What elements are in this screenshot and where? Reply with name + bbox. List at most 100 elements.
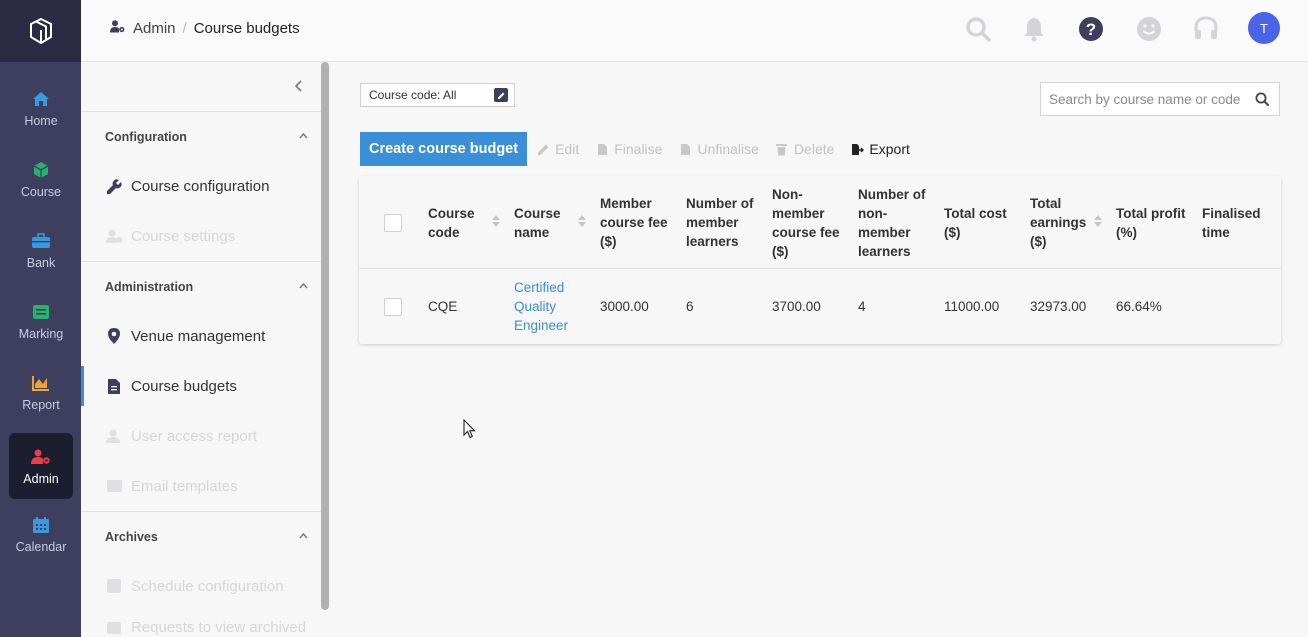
document-check-icon: [595, 142, 609, 156]
rail-item-label: Report: [22, 397, 60, 412]
divider: [81, 261, 321, 262]
finalise-button[interactable]: Finalise: [595, 141, 662, 157]
table-header: Course code Course name Member course fe…: [359, 176, 1281, 269]
rail-item-course[interactable]: Course: [9, 146, 73, 212]
edit-button[interactable]: Edit: [536, 141, 579, 157]
search-icon[interactable]: [963, 14, 993, 44]
cell-nonmember-fee: 3700.00: [772, 299, 821, 314]
cube-icon: [31, 160, 51, 180]
sidebar-item-label: Course budgets: [131, 377, 237, 395]
sidebar-scrollbar[interactable]: [321, 62, 329, 610]
rail-item-calendar[interactable]: Calendar: [9, 501, 73, 567]
calendar-icon: [31, 515, 51, 535]
app-logo[interactable]: [0, 0, 81, 62]
filter-label: Course code: All: [369, 88, 457, 102]
column-header-member-fee: Member course fee ($): [600, 196, 668, 249]
create-course-budget-button[interactable]: Create course budget: [360, 132, 528, 166]
edit-label: Edit: [555, 141, 580, 157]
delete-button[interactable]: Delete: [775, 141, 834, 157]
delete-label: Delete: [793, 141, 835, 157]
breadcrumb-current: Course budgets: [193, 20, 300, 37]
sidebar-item-label: Requests to view archived: [131, 618, 307, 636]
cell-total-cost: 11000.00: [944, 299, 1000, 314]
course-code-filter[interactable]: Course code: All: [360, 83, 515, 107]
edit-filter-icon[interactable]: [494, 88, 508, 102]
unfinalise-label: Unfinalise: [697, 141, 759, 157]
toolbar: Create course budget Edit Finalise Unfin…: [360, 132, 910, 166]
export-icon: [850, 142, 864, 156]
column-header-course-name[interactable]: Course name: [514, 176, 586, 269]
column-header-total-earnings[interactable]: Total earnings ($): [1030, 176, 1102, 269]
sidebar-item-venue-management[interactable]: Venue management: [81, 316, 321, 356]
sidebar-item-requests-archived: Requests to view archived: [81, 607, 321, 637]
cell-total-earnings: 32973.00: [1030, 299, 1087, 314]
search-input[interactable]: [1049, 91, 1249, 107]
export-button[interactable]: Export: [850, 141, 910, 157]
chevron-up-icon[interactable]: [299, 280, 308, 292]
briefcase-icon: [31, 231, 51, 251]
column-header-total-cost: Total cost ($): [944, 205, 1007, 240]
sidebar-item-label: Course settings: [131, 227, 236, 245]
bell-icon[interactable]: [1019, 14, 1049, 44]
rail-item-label: Admin: [23, 471, 59, 486]
sort-icon[interactable]: [578, 215, 586, 227]
divider: [81, 511, 321, 512]
select-all-checkbox[interactable]: [384, 214, 402, 232]
sort-icon[interactable]: [492, 215, 500, 227]
sidebar-item-label: Course configuration: [131, 177, 270, 195]
nav-rail: Home Course Bank Marking Report Admin Ca…: [0, 0, 81, 637]
section-title-archives: Archives: [105, 530, 158, 544]
avatar[interactable]: T: [1248, 12, 1280, 44]
row-checkbox[interactable]: [384, 298, 402, 316]
column-header-finalised-time: Finalised time: [1202, 205, 1261, 240]
headset-icon[interactable]: [1191, 14, 1221, 44]
section-title-administration: Administration: [105, 280, 194, 294]
sort-icon[interactable]: [1094, 215, 1102, 227]
folder-icon: [105, 618, 123, 636]
chevron-up-icon[interactable]: [299, 530, 308, 542]
breadcrumb-admin[interactable]: Admin: [133, 20, 176, 37]
collapse-sidebar-icon[interactable]: [294, 80, 310, 96]
settings-icon: [105, 227, 123, 245]
sidebar-item-course-configuration[interactable]: Course configuration: [81, 166, 321, 206]
logo-icon: [29, 18, 52, 44]
column-header-course-code[interactable]: Course code: [428, 176, 500, 269]
rail-item-label: Bank: [26, 255, 56, 270]
unfinalise-button[interactable]: Unfinalise: [678, 141, 759, 157]
admin-user-icon: [110, 20, 125, 37]
user-icon: [105, 427, 123, 445]
rail-item-bank[interactable]: Bank: [9, 217, 73, 283]
rail-item-admin[interactable]: Admin: [9, 433, 73, 499]
course-name-link[interactable]: Certified Quality Engineer: [514, 278, 584, 335]
rail-item-label: Marking: [18, 326, 64, 341]
cell-member-fee: 3000.00: [600, 299, 649, 314]
sidebar-item-schedule-configuration: Schedule configuration: [81, 566, 321, 606]
cell-nonmember-learners: 4: [858, 299, 866, 314]
finalise-label: Finalise: [614, 141, 663, 157]
divider: [81, 111, 321, 112]
marking-icon: [31, 302, 51, 322]
sidebar-item-course-budgets[interactable]: Course budgets: [81, 366, 321, 406]
rail-item-home[interactable]: Home: [9, 75, 73, 141]
rail-item-marking[interactable]: Marking: [9, 288, 73, 354]
trash-icon: [775, 142, 789, 156]
smiley-icon[interactable]: [1134, 14, 1164, 44]
section-title-configuration: Configuration: [105, 130, 187, 144]
rail-item-report[interactable]: Report: [9, 359, 73, 425]
breadcrumb-separator: /: [182, 20, 187, 37]
calendar-icon: [105, 577, 123, 595]
sidebar-item-email-templates: Email templates: [81, 466, 321, 506]
chart-icon: [31, 373, 51, 393]
mouse-cursor-icon: [463, 418, 476, 442]
sidebar-item-course-settings: Course settings: [81, 216, 321, 256]
document-undo-icon: [678, 142, 692, 156]
chevron-up-icon[interactable]: [299, 130, 308, 142]
search-icon[interactable]: [1255, 92, 1269, 109]
svg-text:?: ?: [1086, 20, 1096, 39]
column-header-nonmember-fee: Non-member course fee ($): [772, 186, 840, 259]
admin-icon: [31, 447, 51, 467]
help-icon[interactable]: ?: [1076, 14, 1106, 44]
pencil-icon: [536, 142, 550, 156]
cell-member-learners: 6: [686, 299, 694, 314]
admin-sidebar: Configuration Course configuration Cours…: [81, 62, 330, 637]
